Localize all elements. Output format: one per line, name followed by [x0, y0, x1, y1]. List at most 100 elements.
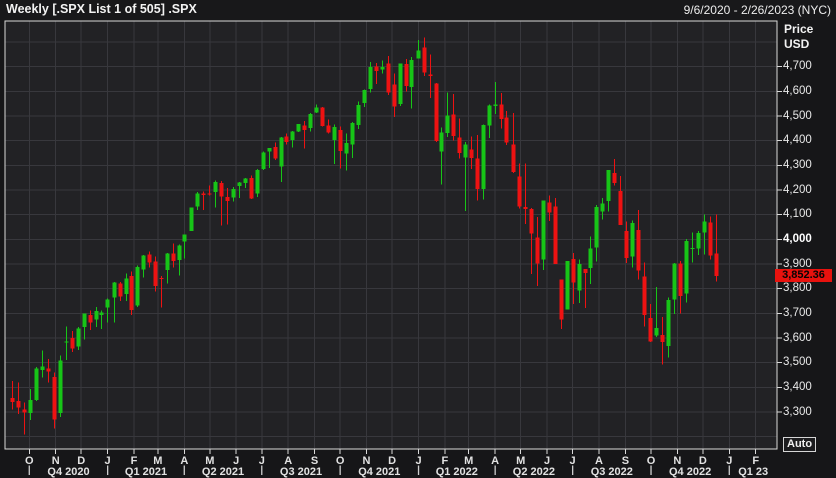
candle-body — [565, 261, 570, 310]
quarter-label: Q3 2022 — [590, 466, 633, 478]
chart-canvas[interactable] — [0, 0, 836, 478]
candle-body — [362, 90, 367, 103]
candle-body — [481, 125, 486, 190]
candle-body — [583, 268, 588, 274]
price-tick-label: 4,000 — [783, 232, 812, 245]
candle-body — [332, 127, 337, 140]
candle-body — [499, 104, 504, 119]
quarter-label: Q2 2022 — [512, 466, 555, 478]
candle-body — [344, 142, 349, 154]
quarter-separator: | — [338, 465, 342, 476]
candle-body — [267, 148, 272, 152]
candle-body — [416, 50, 421, 59]
candle-body — [606, 170, 611, 201]
candle-body — [284, 136, 289, 142]
candle-body — [600, 203, 605, 212]
candle-body — [207, 193, 212, 195]
candle-body — [463, 144, 468, 158]
candle-body — [422, 47, 427, 73]
candle-body — [553, 206, 558, 264]
candle-body — [58, 360, 63, 413]
candle-body — [535, 237, 540, 264]
candle-body — [457, 137, 462, 154]
candle-body — [696, 232, 701, 249]
candle-body — [642, 276, 647, 315]
quarter-label: Q1 2022 — [435, 466, 478, 478]
quarter-separator: | — [649, 465, 653, 476]
candle-body — [76, 328, 81, 347]
candle-body — [273, 147, 278, 159]
candle-body — [94, 311, 99, 320]
price-tick-label: 3,700 — [783, 306, 812, 319]
candle-body — [225, 197, 230, 201]
price-axis-unit: USD — [784, 37, 810, 51]
quarter-separator: | — [571, 465, 574, 476]
quarter-label: Q4 2021 — [358, 466, 401, 478]
candle-body — [243, 178, 248, 183]
candle-body — [22, 409, 27, 413]
candle-body — [577, 264, 582, 291]
candle-body — [118, 283, 123, 297]
candle-body — [654, 328, 659, 336]
candle-body — [112, 282, 117, 298]
quarter-label: Q2 2021 — [201, 466, 245, 478]
price-tick-label: 4,100 — [783, 208, 812, 221]
candle-body — [40, 366, 45, 371]
candle-body — [517, 176, 522, 207]
candle-body — [648, 317, 653, 342]
candle-body — [153, 261, 158, 286]
candle-body — [434, 83, 439, 142]
candle-body — [386, 63, 391, 93]
candle-body — [147, 254, 152, 263]
candle-body — [714, 253, 719, 276]
candle-body — [177, 245, 182, 260]
price-tick-label: 4,400 — [783, 134, 812, 147]
candle-body — [129, 276, 134, 310]
candle-body — [504, 117, 509, 143]
candle-body — [201, 193, 206, 195]
candle-body — [630, 222, 635, 257]
candle-body — [445, 115, 450, 133]
candle-body — [409, 60, 414, 87]
quarter-separator: | — [27, 465, 31, 476]
price-tick-label: 3,300 — [783, 405, 812, 418]
candle-body — [392, 84, 397, 107]
price-tick-label: 4,500 — [783, 109, 812, 122]
price-tick-label: 3,600 — [783, 331, 812, 344]
candle-body — [678, 263, 683, 296]
auto-scale-button[interactable]: Auto — [783, 437, 817, 452]
price-tick-label: 3,400 — [783, 380, 812, 393]
candle-body — [326, 125, 331, 133]
candle-body — [302, 125, 307, 131]
candle-body — [99, 312, 104, 315]
candle-body — [82, 313, 87, 327]
candle-body — [320, 107, 325, 126]
candle-body — [702, 221, 707, 233]
candle-body — [612, 173, 617, 184]
candle-body — [594, 207, 599, 248]
candle-body — [141, 255, 146, 270]
candle-body — [380, 67, 385, 70]
price-axis-title: Price — [784, 22, 814, 36]
candle-body — [64, 341, 69, 343]
candle-body — [16, 401, 21, 408]
candle-body — [189, 207, 194, 231]
candle-body — [672, 263, 677, 300]
candle-body — [124, 278, 129, 294]
quarter-label: Q1 23 — [738, 466, 769, 478]
candle-body — [105, 299, 110, 308]
candle-body — [279, 137, 284, 167]
candle-body — [219, 183, 224, 197]
candle-body — [296, 123, 301, 132]
price-tick-label: 4,600 — [783, 84, 812, 97]
candle-body — [159, 278, 164, 279]
candle-body — [487, 105, 492, 126]
candle-body — [547, 202, 552, 213]
quarter-label: Q4 2020 — [47, 466, 90, 478]
candle-body — [10, 398, 15, 402]
candle-body — [261, 152, 266, 169]
candle-body — [165, 253, 170, 270]
candle-body — [195, 193, 200, 207]
chart-window: Weekly [.SPX List 1 of 505] .SPX 9/6/202… — [0, 0, 836, 478]
quarter-label: Q4 2022 — [668, 466, 712, 478]
